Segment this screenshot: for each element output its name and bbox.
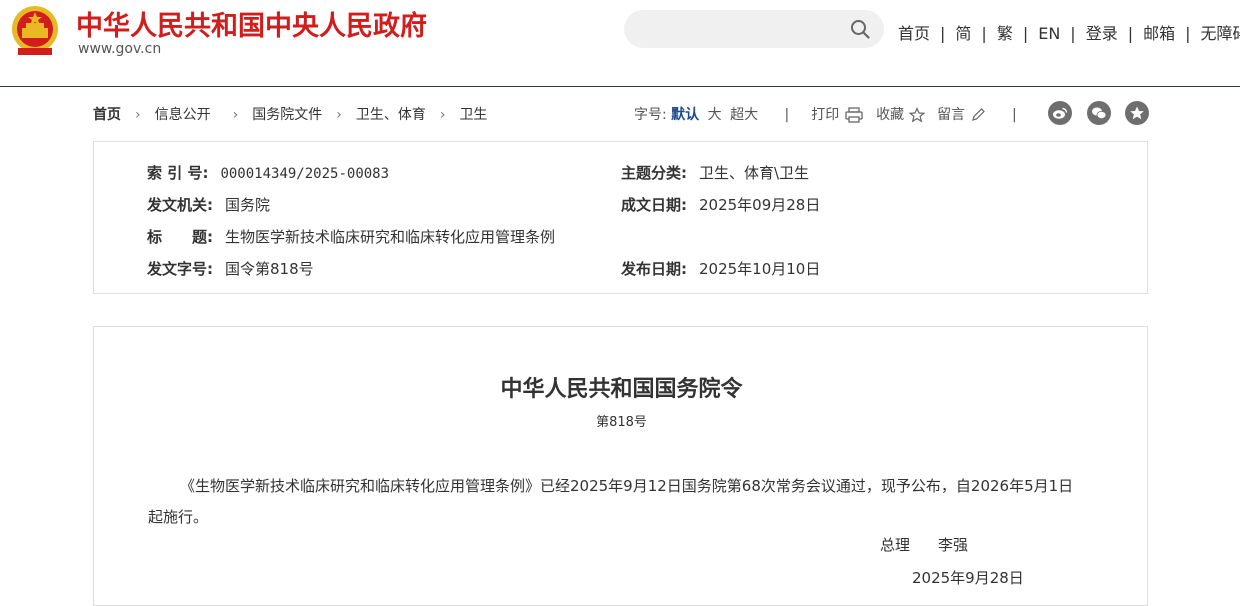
info-doc-number: 发文字号: 国令第818号 [147,258,314,279]
nav-separator: | [1128,24,1133,43]
tools-separator: | [1012,107,1017,123]
document-date: 2025年9月28日 [912,567,1024,588]
wechat-icon [1091,105,1107,121]
nav-english[interactable]: EN [1038,24,1060,43]
font-size-default[interactable]: 默认 [671,107,699,123]
document-number: 第818号 [94,411,1149,430]
info-key: 发文字号: [147,258,213,279]
font-size-large[interactable]: 大 [708,107,722,123]
top-nav: 首页 | 简 | 繁 | EN | 登录 | 邮箱 | 无障碍 [898,20,1240,44]
info-key: 成文日期: [621,194,687,215]
document-body: 《生物医学新技术临床研究和临床转化应用管理条例》已经2025年9月12日国务院第… [148,471,1088,533]
search-box[interactable] [624,10,884,48]
font-size-label: 字号: [634,107,667,123]
print-button[interactable]: 打印 [811,107,863,123]
comment-label: 留言 [937,107,965,123]
weibo-icon [1052,105,1068,121]
nav-home[interactable]: 首页 [898,24,930,43]
site-title[interactable]: 中华人民共和国中央人民政府 [76,4,427,43]
pencil-icon [970,107,986,123]
info-index: 索 引 号: 000014349/2025-00083 [147,162,389,183]
chevron-right-icon: › [233,107,239,123]
site-url[interactable]: www.gov.cn [78,41,161,57]
site-header: 中华人民共和国中央人民政府 www.gov.cn 首页 | 简 | 繁 | EN | 登录 | 邮箱… [0,0,1240,87]
chevron-right-icon: › [336,107,342,123]
info-value: 国令第818号 [225,260,314,278]
nav-separator: | [940,24,945,43]
nav-accessibility[interactable]: 无障碍 [1201,24,1240,43]
breadcrumb-home[interactable]: 首页 [93,107,121,123]
info-category: 主题分类: 卫生、体育\卫生 [621,162,809,183]
national-emblem-icon[interactable] [10,4,60,58]
weibo-share-button[interactable] [1048,101,1072,125]
info-value: 生物医学新技术临床研究和临床转化应用管理条例 [225,228,555,246]
nav-simplified[interactable]: 简 [955,24,971,43]
info-key: 发布日期: [621,258,687,279]
info-value: 2025年10月10日 [699,260,820,278]
info-value: 国务院 [225,196,270,214]
nav-separator: | [981,24,986,43]
document-signature: 总理 李强 [880,534,968,555]
signer-title: 总理 [880,536,910,554]
star-outline-icon [909,107,925,123]
nav-traditional[interactable]: 繁 [997,24,1013,43]
info-published-date: 发布日期: 2025年10月10日 [621,258,820,279]
info-value: 2025年09月28日 [699,196,820,214]
breadcrumb: 首页 › 信息公开 › 国务院文件 › 卫生、体育 › 卫生 [93,104,487,124]
document-title: 中华人民共和国国务院令 [94,371,1149,403]
info-key: 标 题: [147,226,213,247]
nav-mailbox[interactable]: 邮箱 [1143,24,1175,43]
print-label: 打印 [811,107,839,123]
breadcrumb-item[interactable]: 信息公开 [155,107,211,123]
tools-separator: | [785,107,790,123]
chevron-right-icon: › [135,107,141,123]
info-key: 索 引 号: [147,162,208,183]
breadcrumb-item[interactable]: 国务院文件 [252,107,322,123]
favorite-label: 收藏 [876,107,904,123]
page-tools: 字号: 默认 大 超大 | 打印 收藏 留言 | [634,104,1017,124]
info-value: 000014349/2025-00083 [220,166,389,182]
document-content: 中华人民共和国国务院令 第818号 《生物医学新技术临床研究和临床转化应用管理条… [93,326,1148,606]
info-written-date: 成文日期: 2025年09月28日 [621,194,820,215]
wechat-share-button[interactable] [1087,101,1111,125]
favorite-share-button[interactable] [1125,101,1149,125]
nav-separator: | [1023,24,1028,43]
star-icon [1129,105,1145,121]
comment-button[interactable]: 留言 [937,107,985,123]
font-size-xlarge[interactable]: 超大 [730,107,758,123]
search-input[interactable] [640,19,844,37]
info-value: 卫生、体育\卫生 [699,164,809,182]
search-icon[interactable] [850,19,870,39]
info-key: 发文机关: [147,194,213,215]
nav-separator: | [1070,24,1075,43]
info-title: 标 题: 生物医学新技术临床研究和临床转化应用管理条例 [147,226,555,247]
document-info-box: 索 引 号: 000014349/2025-00083 主题分类: 卫生、体育\卫生… [93,141,1148,294]
chevron-right-icon: › [440,107,446,123]
printer-icon [844,107,864,123]
nav-login[interactable]: 登录 [1086,24,1118,43]
breadcrumb-item[interactable]: 卫生、体育 [356,107,426,123]
info-issuer: 发文机关: 国务院 [147,194,270,215]
info-key: 主题分类: [621,162,687,183]
signer-name: 李强 [938,536,968,554]
breadcrumb-item[interactable]: 卫生 [459,107,487,123]
favorite-button[interactable]: 收藏 [876,107,924,123]
nav-separator: | [1185,24,1190,43]
